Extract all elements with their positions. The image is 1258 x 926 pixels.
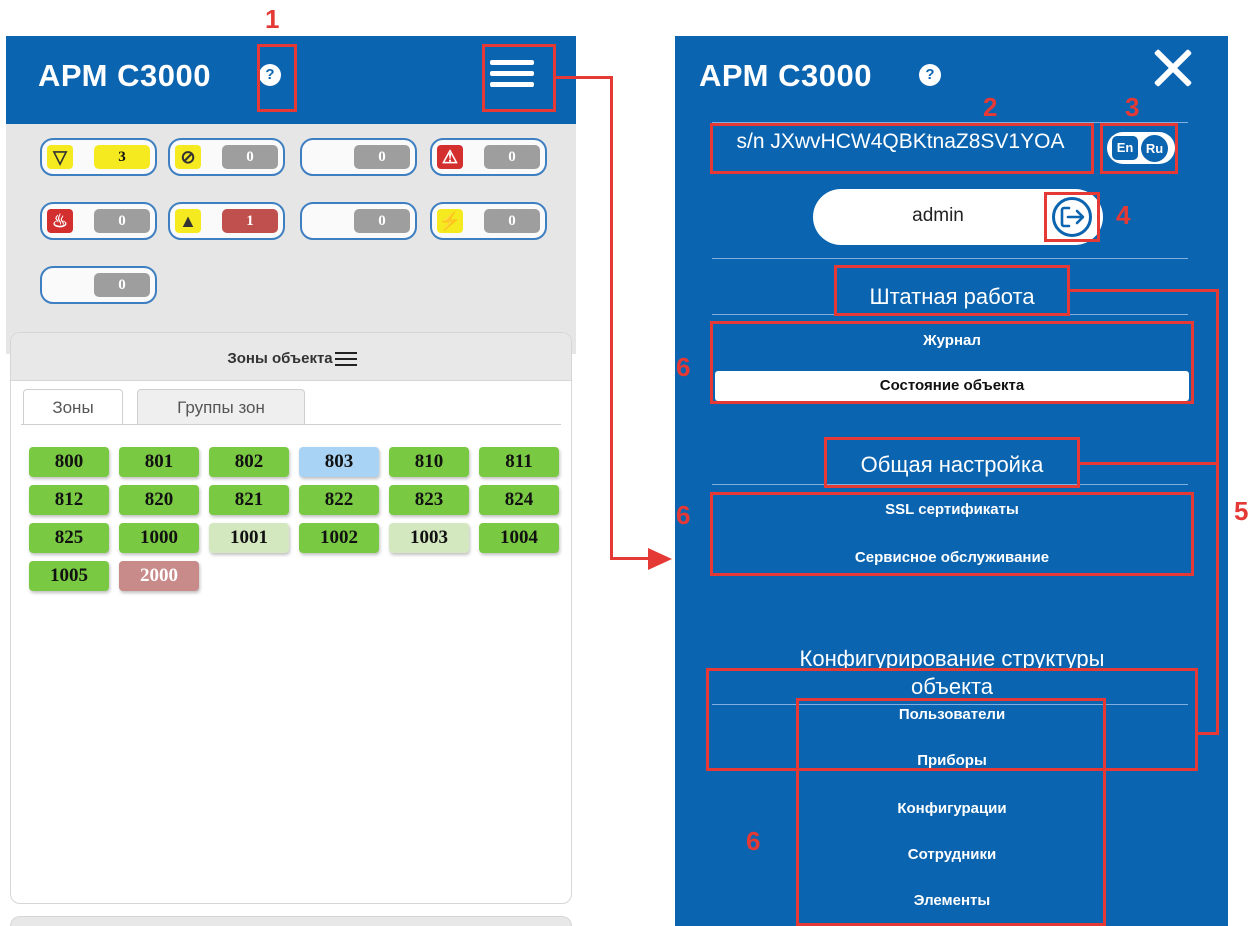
status-counter-value: 0 [484, 209, 540, 233]
zone-tile[interactable]: 802 [209, 447, 289, 477]
zones-panel: Зоны объекта Зоны Группы зон 800 801 802 80… [10, 332, 572, 904]
annotation-number-3: 3 [1125, 92, 1140, 122]
annotation-box-hamburger [482, 44, 556, 112]
annotation-bracket-line [1216, 289, 1219, 735]
blocked-icon: ⊘ [175, 145, 201, 169]
annotation-arrowhead-icon [648, 548, 672, 570]
status-counter[interactable]: ▽ 3 [40, 138, 157, 176]
zone-tile[interactable]: 821 [209, 485, 289, 515]
tab-zone-groups[interactable]: Группы зон [137, 389, 305, 425]
zone-tile[interactable]: 825 [29, 523, 109, 553]
help-icon[interactable]: ? [919, 64, 941, 86]
status-counter[interactable]: ⚡ 0 [430, 202, 547, 240]
app-title: АРМ С3000 [38, 58, 211, 93]
status-counter[interactable]: ▲ 1 [168, 202, 285, 240]
status-counter[interactable]: ⊘ 0 [168, 138, 285, 176]
fire-icon: ♨ [47, 209, 73, 233]
power-icon: ⚡ [437, 209, 463, 233]
zones-panel-title: Зоны объекта [227, 349, 333, 367]
zone-tile[interactable]: 1001 [209, 523, 289, 553]
status-counter[interactable]: ⚠ 0 [430, 138, 547, 176]
zone-tile[interactable]: 822 [299, 485, 379, 515]
zone-tile[interactable]: 1002 [299, 523, 379, 553]
annotation-box-6a [710, 321, 1194, 404]
divider [712, 258, 1188, 259]
annotation-number-5: 5 [1234, 496, 1249, 526]
blank-icon [307, 145, 333, 169]
annotation-bracket-line [1198, 732, 1218, 735]
close-icon[interactable] [1153, 48, 1193, 88]
blank-icon [307, 209, 333, 233]
zone-tile[interactable]: 1005 [29, 561, 109, 591]
zones-menu-icon[interactable] [334, 348, 357, 370]
zone-tile[interactable]: 1003 [389, 523, 469, 553]
user-name: admin [912, 205, 964, 226]
annotation-number-4: 4 [1116, 200, 1131, 230]
zone-tile[interactable]: 801 [119, 447, 199, 477]
status-counter-value: 3 [94, 145, 150, 169]
status-counter[interactable]: ♨ 0 [40, 202, 157, 240]
zones-panel-header: Зоны объекта [11, 333, 571, 381]
zone-tile[interactable]: 812 [29, 485, 109, 515]
annotation-bracket-line [1080, 462, 1218, 465]
annotation-number-6b: 6 [676, 500, 691, 530]
zone-tile[interactable]: 800 [29, 447, 109, 477]
annotation-arrow-line [556, 76, 612, 79]
siren-icon: ⚠ [437, 145, 463, 169]
annotation-number-6a: 6 [676, 352, 691, 382]
annotation-box-section-2 [824, 437, 1080, 488]
annotation-number-6c: 6 [746, 826, 761, 856]
zone-tile[interactable]: 811 [479, 447, 559, 477]
status-counter-value: 0 [484, 145, 540, 169]
side-menu-title: АРМ С3000 [699, 58, 872, 93]
annotation-number-2: 2 [983, 92, 998, 122]
status-counter-value: 0 [94, 209, 150, 233]
zone-tile[interactable]: 2000 [119, 561, 199, 591]
status-counter-value: 0 [94, 273, 150, 297]
status-counter-value: 0 [354, 209, 410, 233]
status-counter[interactable]: 0 [300, 202, 417, 240]
zone-tile[interactable]: 810 [389, 447, 469, 477]
zone-tile[interactable]: 1004 [479, 523, 559, 553]
annotation-arrow-line [610, 76, 613, 560]
warning-icon: ▲ [175, 209, 201, 233]
status-counter-value: 0 [354, 145, 410, 169]
next-panel-edge [10, 916, 572, 926]
blank-icon [47, 273, 73, 297]
annotation-box-6c [796, 698, 1106, 926]
status-counter-value: 0 [222, 145, 278, 169]
annotation-box-4 [1044, 192, 1100, 242]
status-counter-value: 1 [222, 209, 278, 233]
zone-tile[interactable]: 803 [299, 447, 379, 477]
status-counters: ▽ 3 ⊘ 0 0 ⚠ 0 ♨ 0 ▲ 1 0 ⚡ 0 0 [6, 124, 576, 354]
annotation-bracket-line [1070, 289, 1218, 292]
annotation-box-2 [710, 123, 1094, 174]
annotation-number-1: 1 [265, 4, 280, 34]
zone-tile[interactable]: 824 [479, 485, 559, 515]
fault-triangle-icon: ▽ [47, 145, 73, 169]
annotation-box-6b [710, 492, 1194, 576]
zone-tile[interactable]: 1000 [119, 523, 199, 553]
annotation-box-3 [1100, 123, 1178, 174]
annotation-box-1 [257, 44, 297, 112]
tab-zones[interactable]: Зоны [23, 389, 123, 425]
status-counter[interactable]: 0 [300, 138, 417, 176]
status-counter[interactable]: 0 [40, 266, 157, 304]
main-screen: АРМ С3000 ? ▽ 3 ⊘ 0 0 ⚠ 0 ♨ 0 ▲ 1 0 ⚡ 0 0 Зоны объекта… [6, 36, 576, 926]
annotation-box-section-1 [834, 265, 1070, 316]
tab-divider [21, 424, 561, 425]
zone-tile[interactable]: 823 [389, 485, 469, 515]
zone-tile[interactable]: 820 [119, 485, 199, 515]
